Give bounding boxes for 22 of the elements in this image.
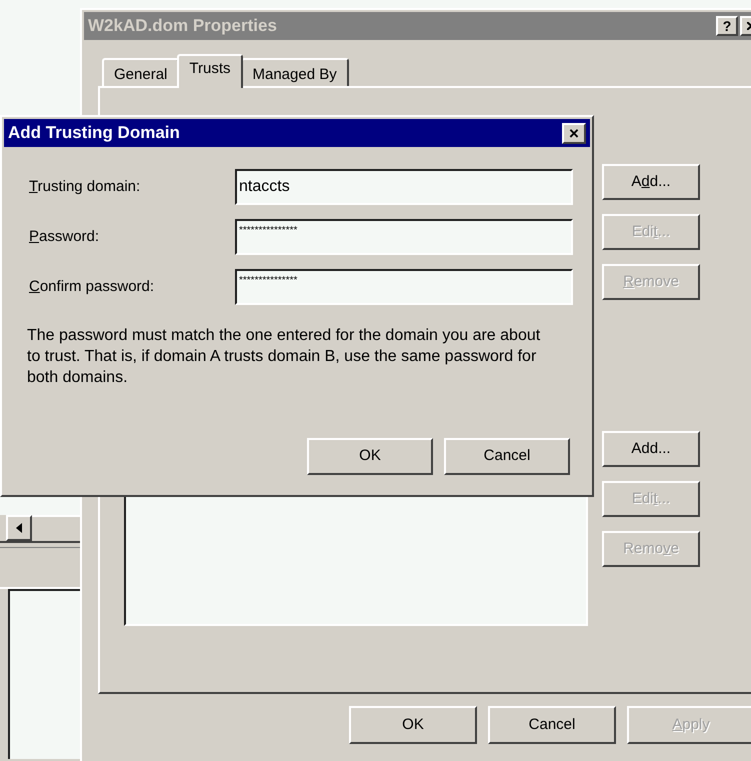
trust-button[interactable]: Add... [602,431,700,467]
password-field[interactable]: *************** [235,269,573,305]
field-label: Trusting domain: [29,176,142,197]
scroll-left-button[interactable] [6,515,32,541]
dialog-button[interactable]: OK [349,706,477,744]
password-field[interactable]: *************** [235,219,573,255]
trust-button[interactable]: Add... [602,164,700,200]
tab[interactable]: Trusts [177,54,242,88]
field-label: Confirm password: [29,276,156,297]
input-field[interactable]: ntaccts [235,169,573,205]
dialog-button[interactable]: Cancel [488,706,616,744]
left-arrow-icon [16,523,22,533]
help-text: The password must match the one entered for the domain you are about to trust. That is, if domain A trusts domain B, use the same password for both domains. [27,326,542,388]
close-button[interactable]: × [562,122,586,144]
window-title: W2kAD.dom Properties [88,15,277,38]
tab[interactable]: Managed By [240,58,349,88]
tab[interactable]: General [102,58,180,88]
field-label: Password: [29,226,100,247]
window-title: Add Trusting Domain [8,122,180,144]
dialog-button[interactable]: Cancel [444,438,570,475]
dialog-button[interactable]: OK [307,438,433,475]
help-button[interactable]: ? [716,16,738,36]
